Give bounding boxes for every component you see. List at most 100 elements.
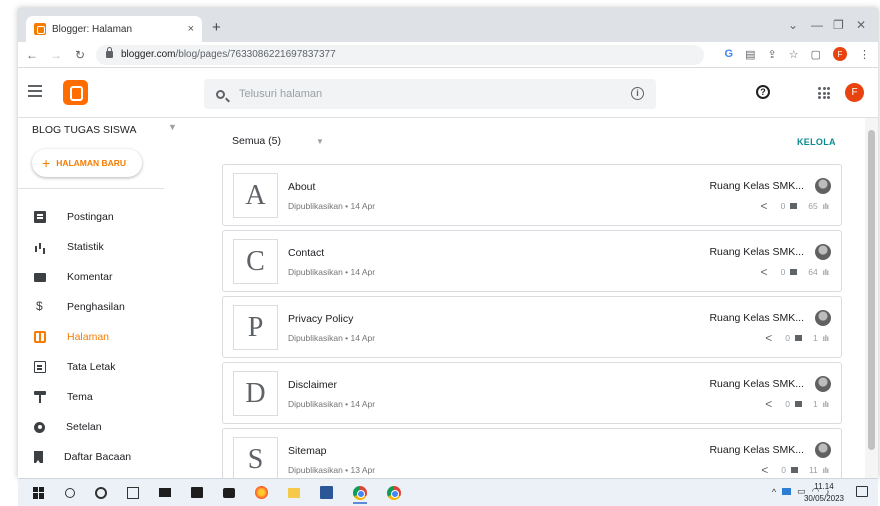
tray-expand-icon[interactable]: ^	[772, 487, 776, 497]
search-icon[interactable]	[216, 89, 225, 99]
comment-count-icon	[795, 335, 803, 341]
tray-app-icon[interactable]	[782, 488, 792, 495]
user-avatar[interactable]: F	[845, 83, 864, 102]
sidebar-item-label: Tema	[67, 391, 93, 403]
sidebar-item-daftar-bacaan[interactable]: Daftar Bacaan	[18, 444, 199, 470]
comment-count: 0	[785, 333, 791, 343]
page-card[interactable]: C Contact Dipublikasikan • 14 Apr Ruang …	[222, 230, 842, 292]
restore-icon[interactable]: ❐	[833, 18, 844, 32]
bookmark-star-icon[interactable]: ☆	[789, 48, 799, 61]
search-input[interactable]	[239, 88, 619, 100]
translate-icon[interactable]: ▤	[745, 48, 755, 61]
manage-button[interactable]: KELOLA	[797, 137, 836, 147]
hamburger-menu-icon[interactable]	[28, 85, 42, 97]
page-status: Dipublikasikan • 14 Apr	[288, 399, 376, 409]
sidebar-item-penghasilan[interactable]: Penghasilan	[18, 294, 199, 320]
new-tab-icon[interactable]: +	[212, 19, 221, 36]
sidebar-item-komentar[interactable]: Komentar	[18, 264, 199, 290]
firefox-icon[interactable]	[255, 486, 268, 499]
page-card[interactable]: P Privacy Policy Dipublikasikan • 14 Apr…	[222, 296, 842, 358]
layout-icon	[34, 361, 46, 373]
page-scrollbar[interactable]	[865, 118, 878, 478]
task-view-icon[interactable]	[127, 486, 139, 499]
page-title[interactable]: Contact	[288, 247, 324, 259]
sidebar-item-postingan[interactable]: Postingan	[18, 204, 199, 230]
windows-start-icon[interactable]	[33, 486, 45, 499]
sidebar-item-setelan[interactable]: Setelan	[18, 414, 199, 440]
browser-window: Blogger: Halaman × + ⌄ — ❐ ✕ ← → ↻ blogg…	[18, 8, 878, 478]
photos-icon[interactable]	[223, 487, 235, 498]
tab-search-caret-icon[interactable]: ⌄	[788, 18, 798, 32]
views-icon: ılı	[822, 399, 829, 409]
side-panel-icon[interactable]: ▢	[811, 48, 821, 61]
info-icon[interactable]: i	[631, 87, 644, 100]
sidebar-item-halaman[interactable]: Halaman	[18, 324, 199, 350]
share-icon[interactable]: <	[765, 331, 772, 345]
page-title[interactable]: Sitemap	[288, 445, 327, 457]
share-icon[interactable]: <	[761, 265, 768, 279]
status-filter-dropdown[interactable]: Semua (5)	[232, 135, 281, 147]
lock-icon	[106, 47, 113, 58]
blogger-logo-icon[interactable]	[63, 80, 88, 105]
mail-icon[interactable]	[159, 488, 171, 497]
pages-icon	[34, 331, 46, 343]
file-explorer-icon[interactable]	[288, 487, 300, 498]
cortana-icon[interactable]	[95, 486, 107, 499]
author-avatar	[815, 310, 831, 326]
page-author: Ruang Kelas SMK...	[709, 180, 804, 192]
url-field[interactable]: blogger.com/blog/pages/76330862216978373…	[96, 44, 704, 65]
sidebar-item-tata-letak[interactable]: Tata Letak	[18, 354, 199, 380]
page-status: Dipublikasikan • 14 Apr	[288, 333, 376, 343]
posts-icon	[34, 211, 46, 223]
store-icon[interactable]	[191, 487, 203, 498]
comment-count-icon	[790, 269, 798, 275]
window-close-icon[interactable]: ✕	[856, 18, 866, 32]
page-title[interactable]: Privacy Policy	[288, 313, 353, 325]
page-title[interactable]: Disclaimer	[288, 379, 337, 391]
share-icon[interactable]: <	[761, 463, 768, 477]
chrome-profile-icon[interactable]	[387, 485, 401, 500]
taskbar-search-icon[interactable]	[65, 487, 75, 498]
browser-menu-icon[interactable]: ⋮	[859, 48, 870, 61]
page-author: Ruang Kelas SMK...	[709, 312, 804, 324]
browser-profile-avatar[interactable]: F	[833, 47, 847, 61]
help-icon[interactable]: ?	[756, 85, 770, 99]
back-icon[interactable]: ←	[22, 48, 42, 62]
share-icon[interactable]: <	[765, 397, 772, 411]
scrollbar-thumb[interactable]	[868, 130, 875, 450]
comment-count-icon	[795, 401, 803, 407]
tab-close-icon[interactable]: ×	[188, 23, 194, 35]
page-card[interactable]: A About Dipublikasikan • 14 Apr Ruang Ke…	[222, 164, 842, 226]
minimize-icon[interactable]: —	[811, 18, 823, 32]
google-icon[interactable]: G	[725, 48, 734, 60]
sidebar-item-tema[interactable]: Tema	[18, 384, 199, 410]
views-icon: ılı	[822, 201, 829, 211]
forward-icon[interactable]: →	[46, 48, 66, 62]
bookmark-icon	[34, 451, 43, 463]
page-author: Ruang Kelas SMK...	[709, 246, 804, 258]
page-card[interactable]: S Sitemap Dipublikasikan • 13 Apr Ruang …	[222, 428, 842, 478]
comment-count: 0	[781, 465, 786, 475]
taskbar-clock[interactable]: 11.14 30/05/2023	[804, 481, 844, 505]
chevron-down-icon[interactable]: ▼	[316, 137, 324, 146]
toolbar-icons: G ▤ ⇪ ☆ ▢ F ⋮	[725, 47, 870, 61]
notification-icon[interactable]	[856, 486, 868, 497]
browser-tab[interactable]: Blogger: Halaman ×	[26, 16, 202, 42]
sidebar-item-statistik[interactable]: Statistik	[18, 234, 199, 260]
blog-dropdown-icon[interactable]: ▼	[168, 122, 177, 132]
page-card[interactable]: D Disclaimer Dipublikasikan • 14 Apr Rua…	[222, 362, 842, 424]
new-page-button[interactable]: + HALAMAN BARU	[32, 149, 142, 177]
word-icon[interactable]	[320, 486, 333, 499]
chrome-icon[interactable]	[353, 485, 367, 504]
apps-grid-icon[interactable]	[818, 87, 830, 99]
sidebar-item-label: Daftar Bacaan	[64, 451, 132, 463]
views-icon: ılı	[822, 333, 829, 343]
share-icon[interactable]: <	[761, 199, 768, 213]
share-page-icon[interactable]: ⇪	[768, 48, 777, 61]
reload-icon[interactable]: ↻	[70, 48, 90, 62]
sidebar-item-label: Statistik	[67, 241, 104, 253]
page-author: Ruang Kelas SMK...	[709, 378, 804, 390]
sidebar-item-label: Postingan	[67, 211, 114, 223]
blog-selector[interactable]: BLOG TUGAS SISWA	[32, 124, 136, 136]
page-title[interactable]: About	[288, 181, 315, 193]
